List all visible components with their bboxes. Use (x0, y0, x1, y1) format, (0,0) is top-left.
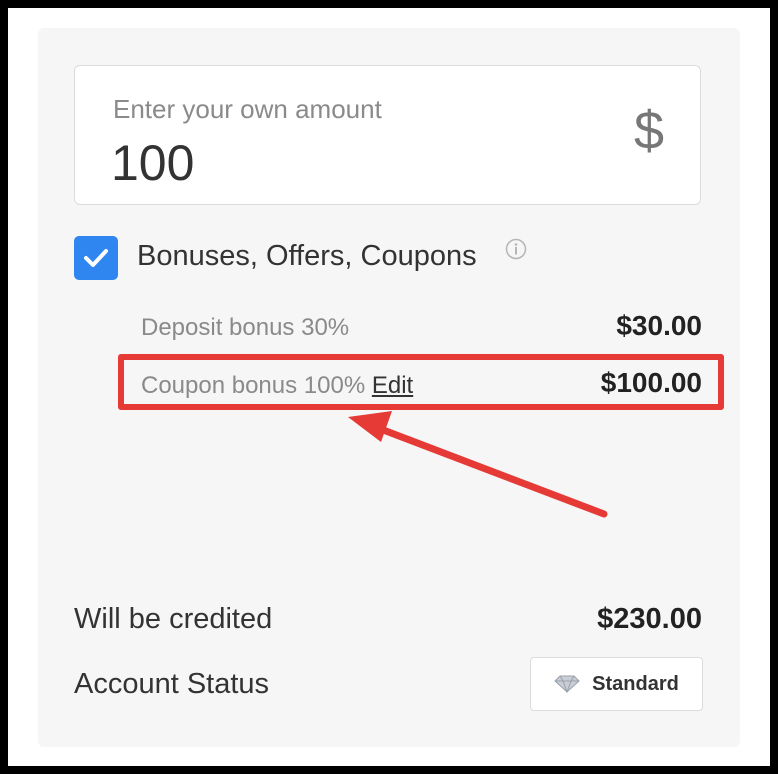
amount-field-container[interactable]: Enter your own amount $ (74, 65, 701, 205)
deposit-bonus-value: $30.00 (616, 310, 702, 341)
amount-input[interactable] (111, 134, 531, 192)
credited-value: $230.00 (597, 603, 702, 635)
amount-label: Enter your own amount (113, 94, 382, 124)
bonuses-checkbox[interactable] (74, 236, 118, 280)
account-status-label: Account Status (74, 668, 270, 700)
dollar-icon: $ (633, 101, 664, 161)
info-icon[interactable] (505, 238, 527, 260)
credited-label: Will be credited (74, 603, 273, 635)
bonuses-label: Bonuses, Offers, Coupons (137, 240, 477, 272)
deposit-bonus-label: Deposit bonus 30% (141, 314, 350, 341)
diamond-icon (554, 675, 580, 693)
check-icon (84, 249, 108, 267)
account-status-button[interactable]: Standard (530, 657, 703, 711)
highlight-box (118, 354, 724, 410)
account-status-value: Standard (592, 672, 679, 695)
